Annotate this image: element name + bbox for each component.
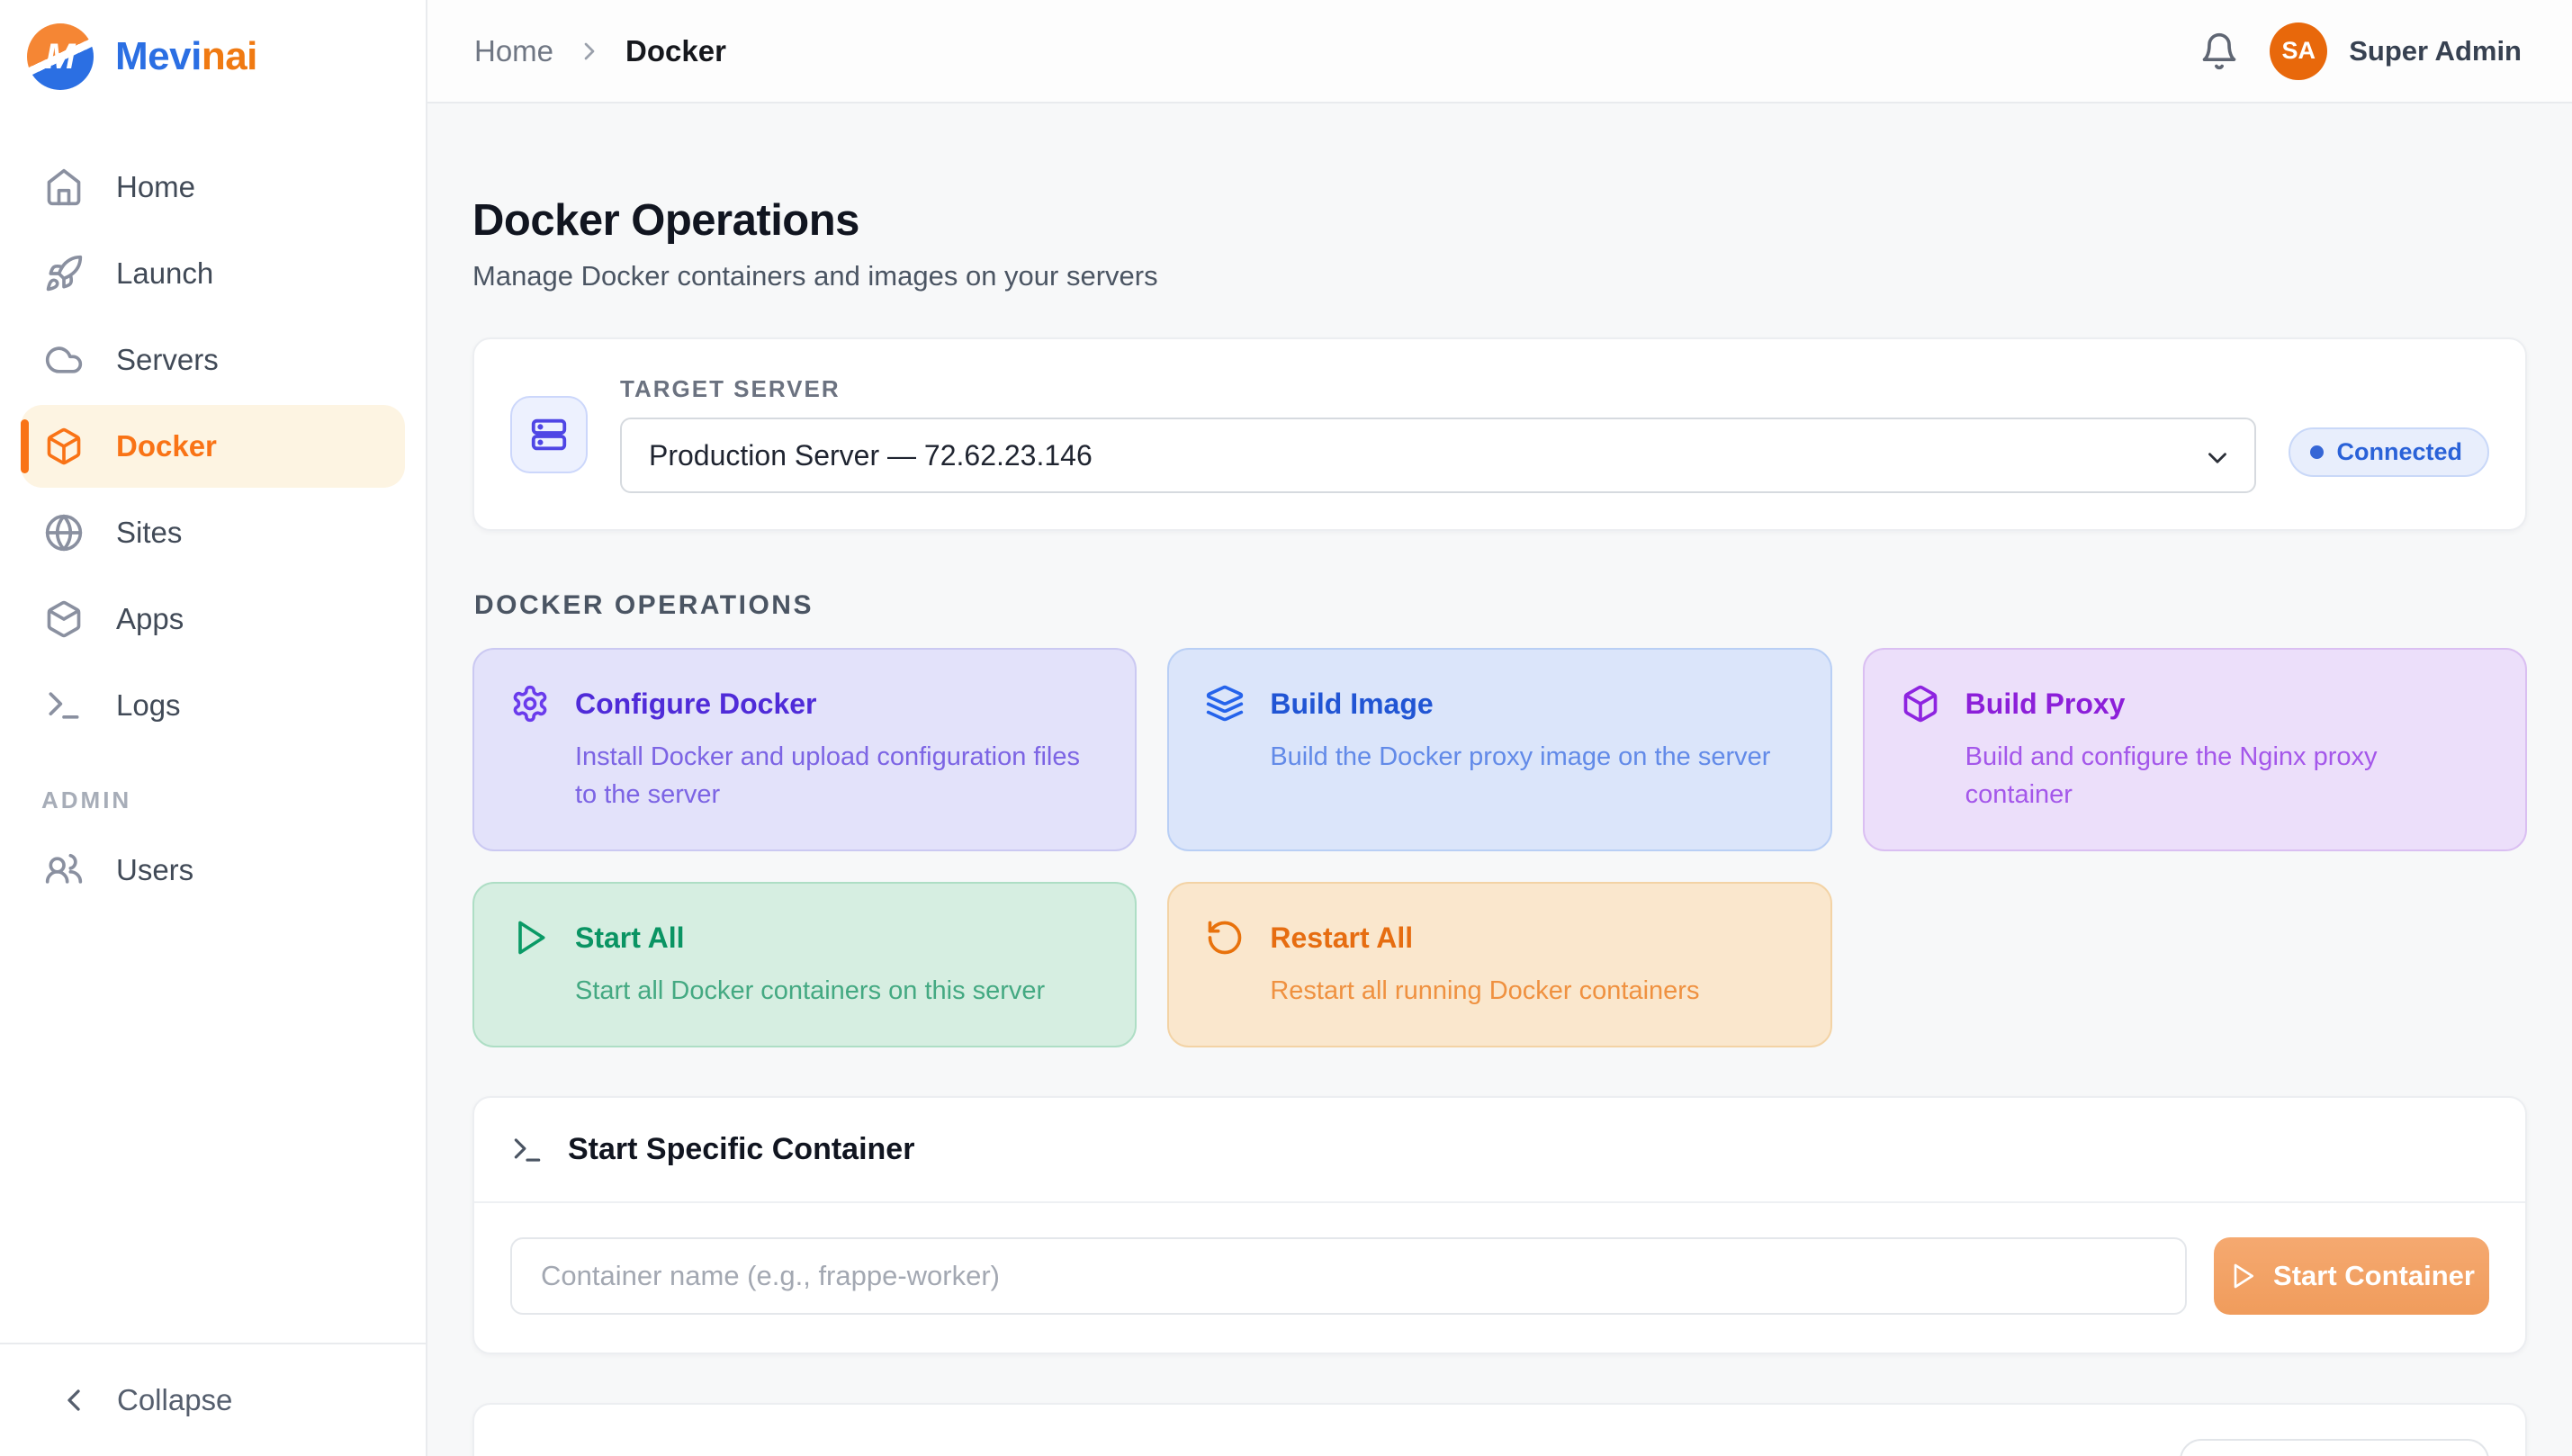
cloud-icon — [44, 340, 84, 380]
brand-logo: M Mevinai — [0, 0, 426, 110]
server-icon — [510, 396, 588, 473]
op-card-description: Build the Docker proxy image on the serv… — [1270, 738, 1794, 776]
play-icon — [510, 918, 550, 957]
page-content: Docker Operations Manage Docker containe… — [427, 103, 2572, 1456]
start-specific-container-panel: Start Specific Container Start Container — [472, 1096, 2527, 1354]
gear-icon — [510, 684, 550, 724]
brand-name-orange: nai — [202, 34, 257, 78]
box-icon — [44, 427, 84, 466]
restart-all-card[interactable]: Restart All Restart all running Docker c… — [1167, 882, 1831, 1047]
layers-icon — [1205, 684, 1245, 724]
sidebar-item-label: Home — [116, 170, 195, 204]
sidebar-item-label: Apps — [116, 602, 184, 636]
users-icon — [44, 850, 84, 890]
start-container-button[interactable]: Start Container — [2214, 1237, 2489, 1315]
play-icon — [2228, 1262, 2257, 1290]
main-area: Home Docker SA Super Admin Docker Operat… — [427, 0, 2572, 1456]
user-menu[interactable]: SA Super Admin — [2270, 22, 2522, 80]
op-card-title: Build Image — [1270, 688, 1433, 721]
sidebar-item-users[interactable]: Users — [21, 829, 405, 912]
sidebar-nav: Home Launch Servers Docker Sites — [0, 110, 426, 1343]
rotate-ccw-icon — [1205, 918, 1245, 957]
breadcrumb: Home Docker — [474, 34, 726, 68]
chevron-left-icon — [56, 1382, 92, 1418]
op-card-description: Start all Docker containers on this serv… — [575, 972, 1099, 1010]
connection-status-badge: Connected — [2289, 427, 2489, 477]
start-container-label: Start Container — [2273, 1260, 2475, 1292]
brand-name: Mevinai — [115, 34, 257, 79]
op-card-description: Install Docker and upload configuration … — [575, 738, 1099, 813]
terminal-icon — [510, 1133, 544, 1167]
sidebar-item-label: Launch — [116, 256, 213, 291]
page-title: Docker Operations — [472, 195, 2527, 246]
collapse-label: Collapse — [117, 1383, 232, 1417]
sidebar-item-apps[interactable]: Apps — [21, 578, 405, 661]
operations-grid: Configure Docker Install Docker and uplo… — [472, 648, 2527, 1047]
brand-name-blue: Mevi — [115, 34, 202, 78]
sidebar-item-logs[interactable]: Logs — [21, 664, 405, 747]
avatar-initials: SA — [2281, 37, 2316, 65]
breadcrumb-current: Docker — [625, 34, 726, 68]
op-card-description: Build and configure the Nginx proxy cont… — [1965, 738, 2489, 813]
build-image-card[interactable]: Build Image Build the Docker proxy image… — [1167, 648, 1831, 851]
avatar: SA — [2270, 22, 2327, 80]
brand-logo-icon: M — [27, 23, 94, 90]
sidebar-item-docker[interactable]: Docker — [21, 405, 405, 488]
sidebar: M Mevinai Home Launch Servers Doc — [0, 0, 427, 1456]
sidebar-item-label: Users — [116, 853, 193, 887]
user-name: Super Admin — [2349, 35, 2522, 67]
rocket-icon — [44, 254, 84, 293]
terminal-icon — [44, 686, 84, 725]
globe-icon — [44, 513, 84, 553]
sidebar-item-launch[interactable]: Launch — [21, 232, 405, 315]
container-list-panel: Container List List Containers — [472, 1403, 2527, 1456]
sidebar-item-label: Sites — [116, 516, 182, 550]
target-server-label: TARGET SERVER — [620, 375, 2256, 403]
status-dot-icon — [2310, 445, 2324, 459]
op-card-title: Configure Docker — [575, 688, 816, 721]
page-subtitle: Manage Docker containers and images on y… — [472, 260, 2527, 292]
topbar: Home Docker SA Super Admin — [427, 0, 2572, 103]
package-icon — [44, 599, 84, 639]
brand-logo-letter: M — [45, 37, 75, 77]
sidebar-item-label: Logs — [116, 688, 181, 723]
sidebar-item-sites[interactable]: Sites — [21, 491, 405, 574]
op-card-title: Start All — [575, 921, 685, 955]
op-card-title: Build Proxy — [1965, 688, 2126, 721]
start-all-card[interactable]: Start All Start all Docker containers on… — [472, 882, 1137, 1047]
op-card-description: Restart all running Docker containers — [1270, 972, 1794, 1010]
sidebar-collapse-button[interactable]: Collapse — [0, 1343, 426, 1456]
home-icon — [44, 167, 84, 207]
panel-title: Start Specific Container — [568, 1132, 914, 1167]
list-containers-button[interactable]: List Containers — [2180, 1439, 2489, 1456]
bell-icon[interactable] — [2199, 31, 2239, 71]
op-card-title: Restart All — [1270, 921, 1413, 955]
status-label: Connected — [2336, 438, 2462, 466]
chevron-right-icon — [575, 37, 604, 66]
sidebar-section-admin: ADMIN — [41, 786, 426, 814]
sidebar-item-label: Docker — [116, 429, 217, 463]
target-server-field: TARGET SERVER Production Server — 72.62.… — [620, 375, 2256, 493]
target-server-card: TARGET SERVER Production Server — 72.62.… — [472, 337, 2527, 531]
operations-section-label: DOCKER OPERATIONS — [474, 590, 2527, 621]
target-server-select[interactable]: Production Server — 72.62.23.146 — [620, 418, 2256, 493]
sidebar-item-label: Servers — [116, 343, 219, 377]
sidebar-item-home[interactable]: Home — [21, 146, 405, 229]
sidebar-item-servers[interactable]: Servers — [21, 319, 405, 401]
breadcrumb-home[interactable]: Home — [474, 34, 553, 68]
topbar-right: SA Super Admin — [2199, 22, 2522, 80]
configure-docker-card[interactable]: Configure Docker Install Docker and uplo… — [472, 648, 1137, 851]
cube-icon — [1901, 684, 1940, 724]
container-name-input[interactable] — [510, 1237, 2187, 1315]
build-proxy-card[interactable]: Build Proxy Build and configure the Ngin… — [1863, 648, 2527, 851]
